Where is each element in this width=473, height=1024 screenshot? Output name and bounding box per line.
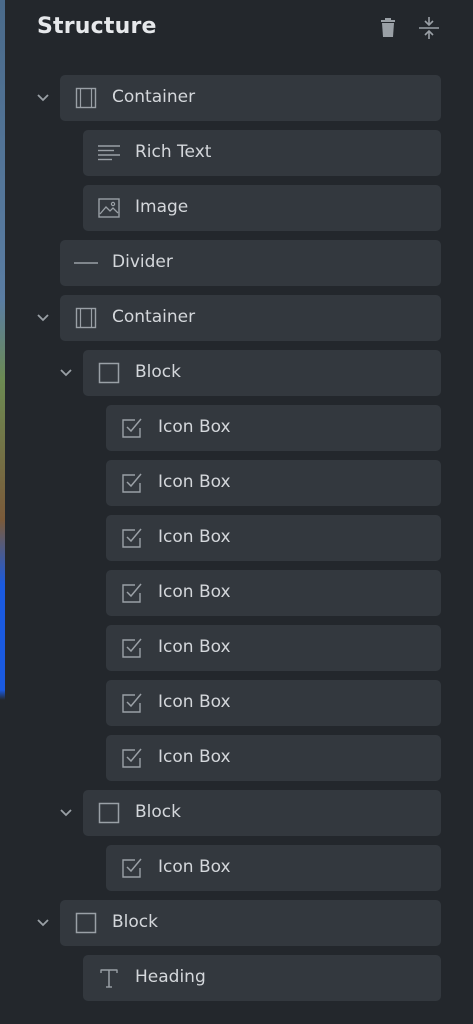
icon-box-icon [120, 691, 144, 715]
container-icon [74, 86, 98, 110]
tree-row: Container [5, 295, 473, 341]
tree-item-container[interactable]: Container [60, 75, 441, 121]
tree-row: Block [5, 900, 473, 946]
tree-item-label: Container [112, 307, 196, 327]
image-icon [97, 196, 121, 220]
tree-row: Icon Box [5, 515, 473, 561]
tree-item-icon-box[interactable]: Icon Box [106, 680, 441, 726]
panel-title: Structure [37, 14, 157, 39]
block-icon [97, 801, 121, 825]
tree-item-icon-box[interactable]: Icon Box [106, 405, 441, 451]
chevron-down-icon[interactable] [54, 801, 78, 825]
chevron-down-icon[interactable] [31, 86, 55, 110]
icon-box-icon [120, 636, 144, 660]
tree-item-label: Icon Box [158, 472, 231, 492]
tree-row: Block [5, 790, 473, 836]
block-icon [97, 361, 121, 385]
tree-item-label: Block [135, 802, 181, 822]
icon-box-icon [120, 856, 144, 880]
chevron-down-icon[interactable] [54, 361, 78, 385]
tree-item-label: Container [112, 87, 196, 107]
tree-row: Rich Text [5, 130, 473, 176]
tree-item-block[interactable]: Block [60, 900, 441, 946]
icon-box-icon [120, 526, 144, 550]
block-icon [74, 911, 98, 935]
tree-item-icon-box[interactable]: Icon Box [106, 735, 441, 781]
tree-item-label: Icon Box [158, 417, 231, 437]
container-icon [74, 306, 98, 330]
tree-item-rich-text[interactable]: Rich Text [83, 130, 441, 176]
tree-item-label: Icon Box [158, 637, 231, 657]
collapse-icon[interactable] [417, 16, 441, 40]
divider-icon [74, 251, 98, 275]
tree-row: Icon Box [5, 460, 473, 506]
tree-row: Container [5, 75, 473, 121]
tree-item-image[interactable]: Image [83, 185, 441, 231]
tree-item-label: Icon Box [158, 857, 231, 877]
tree-item-block[interactable]: Block [83, 790, 441, 836]
tree-item-icon-box[interactable]: Icon Box [106, 570, 441, 616]
panel-header: Structure [5, 0, 473, 58]
tree-item-label: Rich Text [135, 142, 212, 162]
tree-item-heading[interactable]: Heading [83, 955, 441, 1001]
tree-row: Block [5, 350, 473, 396]
tree-item-label: Icon Box [158, 747, 231, 767]
tree-item-icon-box[interactable]: Icon Box [106, 625, 441, 671]
tree-item-label: Image [135, 197, 189, 217]
heading-icon [97, 966, 121, 990]
tree-row: Icon Box [5, 570, 473, 616]
tree-item-label: Icon Box [158, 527, 231, 547]
tree-item-label: Divider [112, 252, 173, 272]
icon-box-icon [120, 581, 144, 605]
tree-item-divider[interactable]: Divider [60, 240, 441, 286]
tree-row: Icon Box [5, 680, 473, 726]
tree-item-label: Block [135, 362, 181, 382]
tree-item-icon-box[interactable]: Icon Box [106, 845, 441, 891]
icon-box-icon [120, 416, 144, 440]
tree-item-icon-box[interactable]: Icon Box [106, 460, 441, 506]
tree-item-label: Icon Box [158, 692, 231, 712]
icon-box-icon [120, 746, 144, 770]
tree-item-label: Heading [135, 967, 206, 987]
tree-row: Divider [5, 240, 473, 286]
tree-row: Image [5, 185, 473, 231]
structure-panel: Structure Container Rich Text Image Divider… [5, 0, 473, 1024]
tree-row: Icon Box [5, 405, 473, 451]
tree-row: Icon Box [5, 625, 473, 671]
rich-text-icon [97, 141, 121, 165]
tree-item-label: Block [112, 912, 158, 932]
tree-row: Icon Box [5, 845, 473, 891]
trash-icon[interactable] [376, 16, 400, 40]
chevron-down-icon[interactable] [31, 911, 55, 935]
tree-item-label: Icon Box [158, 582, 231, 602]
tree-row: Icon Box [5, 735, 473, 781]
tree-item-block[interactable]: Block [83, 350, 441, 396]
tree-item-icon-box[interactable]: Icon Box [106, 515, 441, 561]
tree-row: Heading [5, 955, 473, 1001]
tree-item-container[interactable]: Container [60, 295, 441, 341]
chevron-down-icon[interactable] [31, 306, 55, 330]
icon-box-icon [120, 471, 144, 495]
